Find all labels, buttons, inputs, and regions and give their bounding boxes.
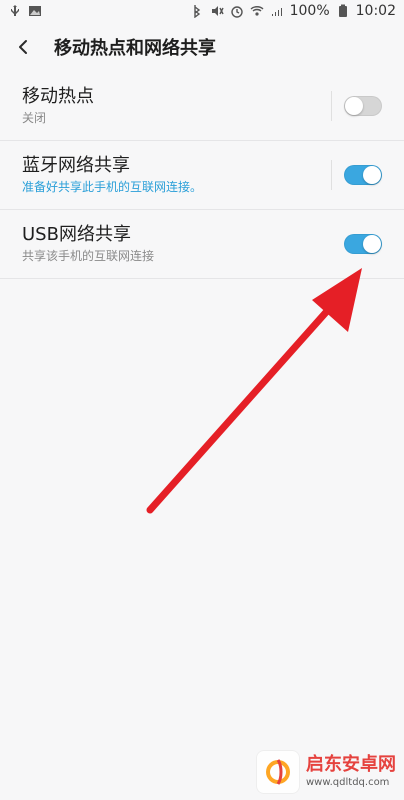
watermark: 启东安卓网 www.qdltdq.com xyxy=(256,750,396,794)
status-bar: 100% 10:02 xyxy=(0,0,404,22)
battery-icon xyxy=(336,4,350,18)
setting-text: USB网络共享 共享该手机的互联网连接 xyxy=(22,223,154,265)
bluetooth-tethering-toggle[interactable] xyxy=(344,165,382,185)
watermark-text: 启东安卓网 www.qdltdq.com xyxy=(306,756,396,788)
usb-icon xyxy=(8,4,22,18)
vertical-divider xyxy=(331,91,332,121)
toggle-knob xyxy=(363,166,381,184)
page-title: 移动热点和网络共享 xyxy=(54,38,216,59)
watermark-logo xyxy=(256,750,300,794)
setting-subtitle: 准备好共享此手机的互联网连接。 xyxy=(22,180,203,194)
usb-tethering-toggle[interactable] xyxy=(344,234,382,254)
setting-text: 蓝牙网络共享 准备好共享此手机的互联网连接。 xyxy=(22,154,202,196)
signal-icon xyxy=(270,4,284,18)
vertical-divider xyxy=(331,160,332,190)
image-icon xyxy=(28,4,42,18)
watermark-url: www.qdltdq.com xyxy=(306,777,390,788)
toggle-knob xyxy=(363,235,381,253)
setting-title: USB网络共享 xyxy=(22,224,131,245)
wifi-icon xyxy=(250,4,264,18)
app-bar: 移动热点和网络共享 xyxy=(0,22,404,72)
setting-text: 移动热点 关闭 xyxy=(22,85,94,127)
watermark-brand: 启东安卓网 xyxy=(306,754,396,775)
bluetooth-icon xyxy=(190,4,204,19)
setting-usb-tethering[interactable]: USB网络共享 共享该手机的互联网连接 xyxy=(0,210,404,279)
setting-controls xyxy=(344,234,382,254)
alarm-icon xyxy=(230,4,244,18)
setting-mobile-hotspot[interactable]: 移动热点 关闭 xyxy=(0,72,404,141)
battery-percentage: 100% xyxy=(289,3,330,19)
chevron-left-icon[interactable] xyxy=(12,35,36,59)
mute-icon xyxy=(210,4,224,18)
clock-time: 10:02 xyxy=(355,3,396,19)
setting-controls xyxy=(331,160,382,190)
settings-list: 移动热点 关闭 蓝牙网络共享 准备好共享此手机的互联网连接。 USB网络共享 共… xyxy=(0,72,404,279)
mobile-hotspot-toggle[interactable] xyxy=(344,96,382,116)
setting-controls xyxy=(331,91,382,121)
setting-title: 蓝牙网络共享 xyxy=(22,155,130,176)
toggle-knob xyxy=(345,97,363,115)
setting-title: 移动热点 xyxy=(22,86,94,107)
setting-subtitle: 共享该手机的互联网连接 xyxy=(22,249,155,263)
setting-subtitle: 关闭 xyxy=(22,111,47,125)
status-left xyxy=(8,4,42,18)
setting-bluetooth-tethering[interactable]: 蓝牙网络共享 准备好共享此手机的互联网连接。 xyxy=(0,141,404,210)
status-right: 100% 10:02 xyxy=(190,3,396,19)
